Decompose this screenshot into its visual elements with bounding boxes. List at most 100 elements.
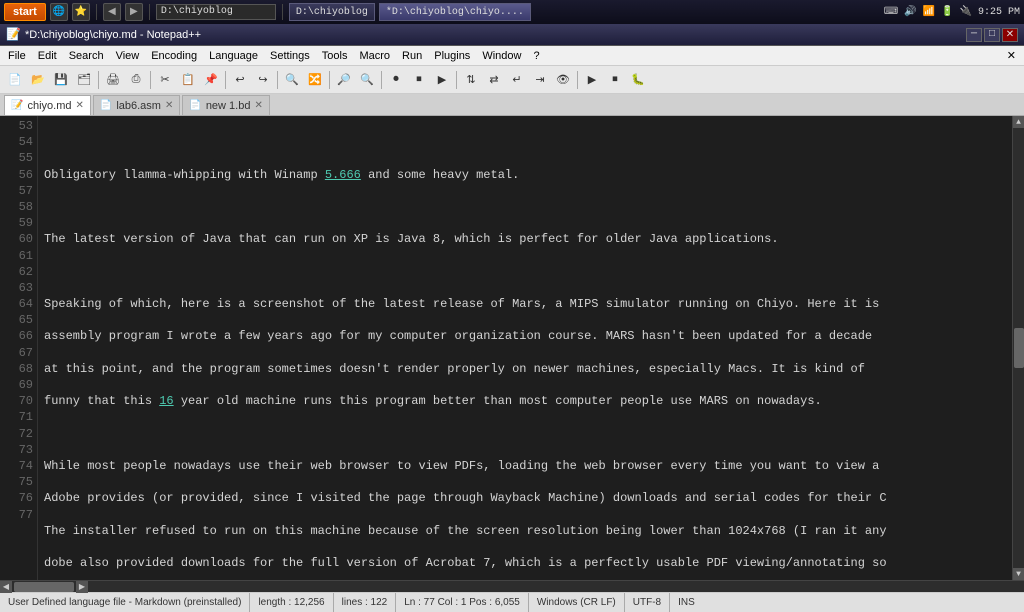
print-button[interactable]: 🖨 [102,69,124,91]
tab-new1-close[interactable]: ✕ [254,100,262,111]
scroll-left-arrow[interactable]: ◀ [0,581,12,593]
menu-edit[interactable]: Edit [32,46,63,66]
line-54: Obligatory llamma-whipping with Winamp 5… [44,167,1006,183]
save-all-button[interactable]: 🗂 [73,69,95,91]
horizontal-scrollbar[interactable]: ◀ ▶ [0,580,1024,592]
taskbar-tab-notepad[interactable]: *D:\chiyoblog\chiyo.... [379,3,531,21]
tab-lab6-label: lab6.asm [116,100,161,112]
zoom-in-button[interactable]: 🔎 [333,69,355,91]
run-button[interactable]: ▶ [581,69,603,91]
tab-chiyo-close[interactable]: ✕ [75,100,83,111]
editor-content[interactable]: Obligatory llamma-whipping with Winamp 5… [38,116,1012,580]
open-button[interactable]: 📂 [27,69,49,91]
tb-sep-7 [456,71,457,89]
menu-macro[interactable]: Macro [353,46,396,66]
app-icon: 📝 [6,27,21,42]
tb-sep-6 [381,71,382,89]
menu-plugins[interactable]: Plugins [428,46,476,66]
sync-v-button[interactable]: ⇅ [460,69,482,91]
start-button[interactable]: start [4,3,46,21]
title-text: *D:\chiyoblog\chiyo.md - Notepad++ [25,29,964,41]
macro-stop-button[interactable]: ⏹ [408,69,430,91]
find-replace-button[interactable]: 🔀 [304,69,326,91]
menu-view[interactable]: View [110,46,146,66]
stop-run-button[interactable]: ⏹ [604,69,626,91]
indent-button[interactable]: ⇥ [529,69,551,91]
status-line-ending: Windows (CR LF) [529,593,625,612]
menu-file[interactable]: File [2,46,32,66]
line-53 [44,134,1006,150]
paste-button[interactable]: 📌 [200,69,222,91]
line-61: funny that this 16 year old machine runs… [44,393,1006,409]
toolbar: 📄 📂 💾 🗂 🖨 ⎙ ✂ 📋 📌 ↩ ↪ 🔍 🔀 🔎 🔍 ⏺ ⏹ ▶ ⇅ ⇄ … [0,66,1024,94]
tb-sep-4 [277,71,278,89]
redo-button[interactable]: ↪ [252,69,274,91]
menu-help[interactable]: ? [527,46,545,66]
status-position: Ln : 77 Col : 1 Pos : 6,055 [396,593,529,612]
word-wrap-button[interactable]: ↵ [506,69,528,91]
menu-close-x[interactable]: ✕ [1001,47,1022,65]
tab-new1-icon: 📄 [189,100,201,111]
status-mode: INS [670,593,703,612]
status-lines: lines : 122 [334,593,397,612]
forward-icon[interactable]: ▶ [125,3,143,21]
tab-new1-label: new 1.bd [206,100,251,112]
taskbar-tab-explorer[interactable]: D:\chiyoblog [289,3,375,21]
scroll-down-arrow[interactable]: ▼ [1013,568,1024,580]
macro-rec-button[interactable]: ⏺ [385,69,407,91]
menu-search[interactable]: Search [63,46,110,66]
taskbar-right: ⌨ 🔊 📶 🔋 🔌 9:25 PM [884,6,1020,18]
cut-button[interactable]: ✂ [154,69,176,91]
scroll-thumb-v[interactable] [1014,328,1024,368]
close-button[interactable]: ✕ [1002,28,1018,42]
print-now-button[interactable]: ⎙ [125,69,147,91]
line-64: Adobe provides (or provided, since I vis… [44,490,1006,506]
system-time: 9:25 PM [978,7,1020,18]
zoom-out-button[interactable]: 🔍 [356,69,378,91]
tab-lab6[interactable]: 📄 lab6.asm ✕ [93,95,180,115]
menu-window[interactable]: Window [476,46,527,66]
macro-play-button[interactable]: ▶ [431,69,453,91]
menu-encoding[interactable]: Encoding [145,46,203,66]
tb-sep-3 [225,71,226,89]
tb-sep-5 [329,71,330,89]
line-65: The installer refused to run on this mac… [44,523,1006,539]
line-59: assembly program I wrote a few years ago… [44,328,1006,344]
link-5666[interactable]: 5.666 [325,168,361,182]
tab-chiyo-icon: 📝 [11,100,23,111]
menu-language[interactable]: Language [203,46,264,66]
tab-lab6-close[interactable]: ✕ [165,100,173,111]
back-icon[interactable]: ◀ [103,3,121,21]
editor-container: 53 54 55 56 57 58 59 60 61 62 63 64 65 6… [0,116,1024,580]
scroll-thumb-h[interactable] [14,582,74,592]
line-60: at this point, and the program sometimes… [44,361,1006,377]
menu-tools[interactable]: Tools [316,46,354,66]
taskbar-icon-1: 🌐 [50,3,68,21]
new-button[interactable]: 📄 [4,69,26,91]
minimize-button[interactable]: ─ [966,28,982,42]
tab-new1[interactable]: 📄 new 1.bd ✕ [182,95,270,115]
sys-tray-icons: ⌨ 🔊 📶 🔋 🔌 [884,6,972,18]
copy-button[interactable]: 📋 [177,69,199,91]
line-56: The latest version of Java that can run … [44,231,1006,247]
status-length: length : 12,256 [250,593,333,612]
restore-button[interactable]: □ [984,28,1000,42]
scroll-right-arrow[interactable]: ▶ [76,581,88,593]
taskbar-divider-3 [282,4,283,20]
undo-button[interactable]: ↩ [229,69,251,91]
link-16[interactable]: 16 [159,394,173,408]
find-button[interactable]: 🔍 [281,69,303,91]
taskbar-icon-2: ⭐ [72,3,90,21]
scroll-up-arrow[interactable]: ▲ [1013,116,1024,128]
menu-settings[interactable]: Settings [264,46,316,66]
debug-button[interactable]: 🐛 [627,69,649,91]
menubar: File Edit Search View Encoding Language … [0,46,1024,66]
menu-run[interactable]: Run [396,46,428,66]
view-all-button[interactable]: 👁 [552,69,574,91]
taskbar-divider-2 [149,4,150,20]
sync-h-button[interactable]: ⇄ [483,69,505,91]
vertical-scrollbar[interactable]: ▲ ▼ [1012,116,1024,580]
save-button[interactable]: 💾 [50,69,72,91]
tab-lab6-icon: 📄 [100,100,112,111]
tab-chiyo[interactable]: 📝 chiyo.md ✕ [4,95,91,115]
